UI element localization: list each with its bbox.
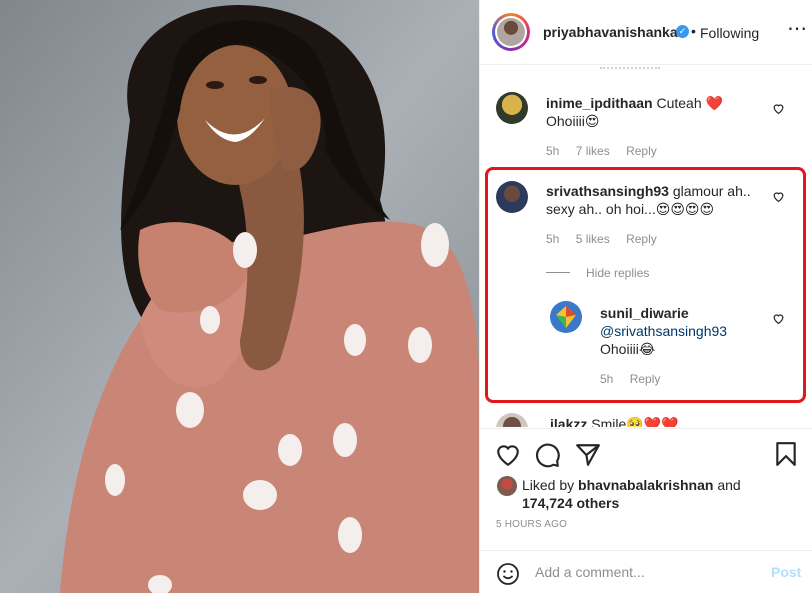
heart-icon[interactable] <box>772 102 785 115</box>
comment-text: ilakzz Smile🥺❤️❤️ <box>550 415 780 427</box>
likes-prefix: Liked by <box>522 477 579 493</box>
bookmark-icon[interactable] <box>775 441 797 467</box>
comment-username[interactable]: ilakzz <box>550 416 587 427</box>
author-avatar[interactable] <box>492 13 530 51</box>
comment-avatar[interactable] <box>496 92 528 124</box>
highlight-box <box>485 167 806 403</box>
comment-time[interactable]: 5h <box>546 144 559 158</box>
comment-body: Smile🥺❤️❤️ <box>591 416 679 427</box>
likes-user[interactable]: bhavnabalakrishnan <box>578 477 713 493</box>
likes-count[interactable]: 174,724 others <box>522 495 619 511</box>
comment-body-line2: Ohoiiii😍 <box>546 113 600 129</box>
reply-button[interactable]: Reply <box>626 144 657 158</box>
author-avatar-border <box>495 16 527 48</box>
likes-conj: and <box>713 477 741 493</box>
post-actions: Liked by bhavnabalakrishnan and 174,724 … <box>480 428 812 594</box>
post-comment-button[interactable]: Post <box>771 564 801 580</box>
add-comment-bar: Add a comment... Post <box>480 550 812 595</box>
likes-summary: Liked by bhavnabalakrishnan and 174,724 … <box>522 476 802 512</box>
comment-username[interactable]: inime_ipdithaan <box>546 95 653 111</box>
author-username[interactable]: priyabhavanishankar <box>543 24 683 40</box>
author-avatar-image <box>497 18 525 46</box>
comment-avatar[interactable] <box>496 413 528 427</box>
comment-meta: 5h 7 likes Reply <box>546 144 670 158</box>
clipped-previous-comment <box>600 65 660 69</box>
comment-input[interactable]: Add a comment... <box>535 564 645 580</box>
verified-icon: ✓ <box>676 25 689 38</box>
comment-text: inime_ipdithaan Cuteah ❤️ Ohoiiii😍 <box>546 94 776 130</box>
header-separator: • <box>691 23 696 39</box>
more-options-icon[interactable]: ⋯ <box>787 16 807 41</box>
comment-icon[interactable] <box>535 442 561 468</box>
post-photo-illustration <box>0 0 479 593</box>
emoji-icon[interactable] <box>496 562 520 586</box>
comment-likes[interactable]: 7 likes <box>576 144 610 158</box>
post-time[interactable]: 5 HOURS AGO <box>496 519 567 530</box>
liker-avatar[interactable] <box>497 476 517 496</box>
post-header: priyabhavanishankar ✓ • Following ⋯ <box>480 0 812 65</box>
comment-body: Cuteah ❤️ <box>656 95 723 111</box>
post-photo <box>0 0 479 593</box>
following-button[interactable]: Following <box>700 25 759 41</box>
heart-icon[interactable] <box>495 443 521 467</box>
share-icon[interactable] <box>575 442 601 468</box>
